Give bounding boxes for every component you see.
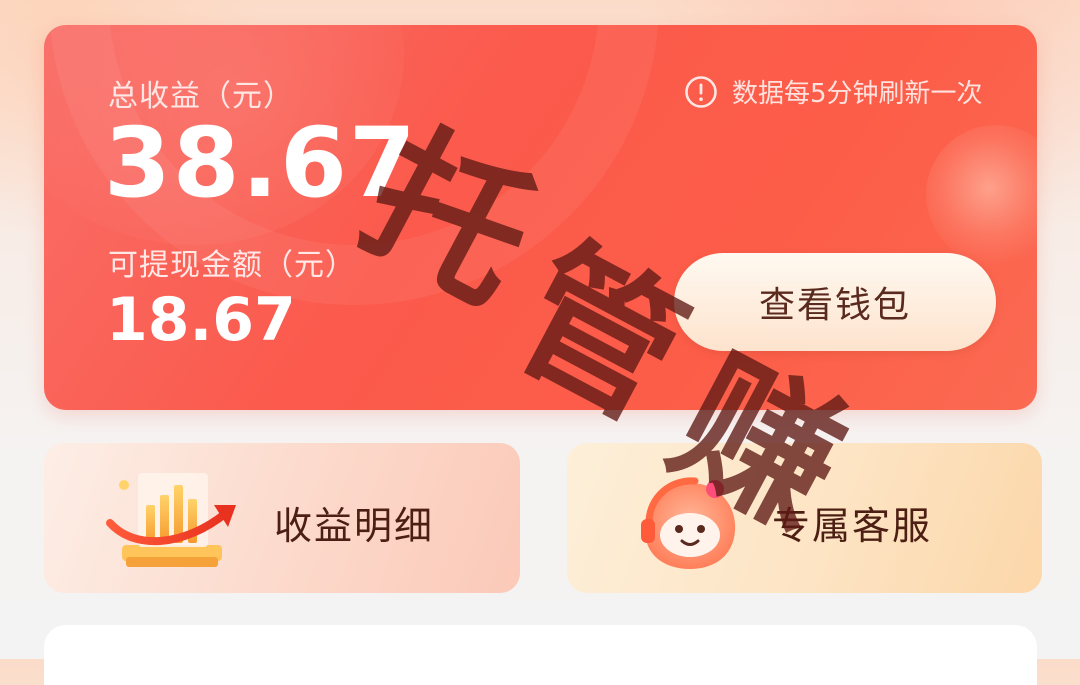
bottom-panel bbox=[44, 625, 1037, 685]
withdrawable-amount-label: 可提现金额（元） bbox=[108, 248, 356, 283]
customer-service-card[interactable]: 专属客服 bbox=[567, 443, 1042, 593]
chart-growth-icon bbox=[106, 473, 236, 567]
total-earnings-value: 38.67 bbox=[104, 107, 418, 219]
refresh-note-text: 数据每5分钟刷新一次 bbox=[732, 79, 983, 109]
view-wallet-button[interactable]: 查看钱包 bbox=[674, 253, 996, 351]
income-detail-label: 收益明细 bbox=[274, 504, 435, 548]
withdrawable-amount-value: 18.67 bbox=[106, 285, 296, 355]
refresh-note: 数据每5分钟刷新一次 bbox=[684, 73, 983, 110]
info-circle-icon bbox=[685, 75, 717, 108]
mascot-headset-icon bbox=[641, 477, 736, 569]
earnings-card: 总收益（元） 38.67 数据每5分钟刷新一次 可提现金额（元） 18.67 查… bbox=[44, 25, 1037, 410]
income-detail-card[interactable]: 收益明细 bbox=[44, 443, 520, 593]
customer-service-label: 专属客服 bbox=[772, 504, 933, 548]
card-decoration-orb bbox=[926, 125, 1037, 265]
